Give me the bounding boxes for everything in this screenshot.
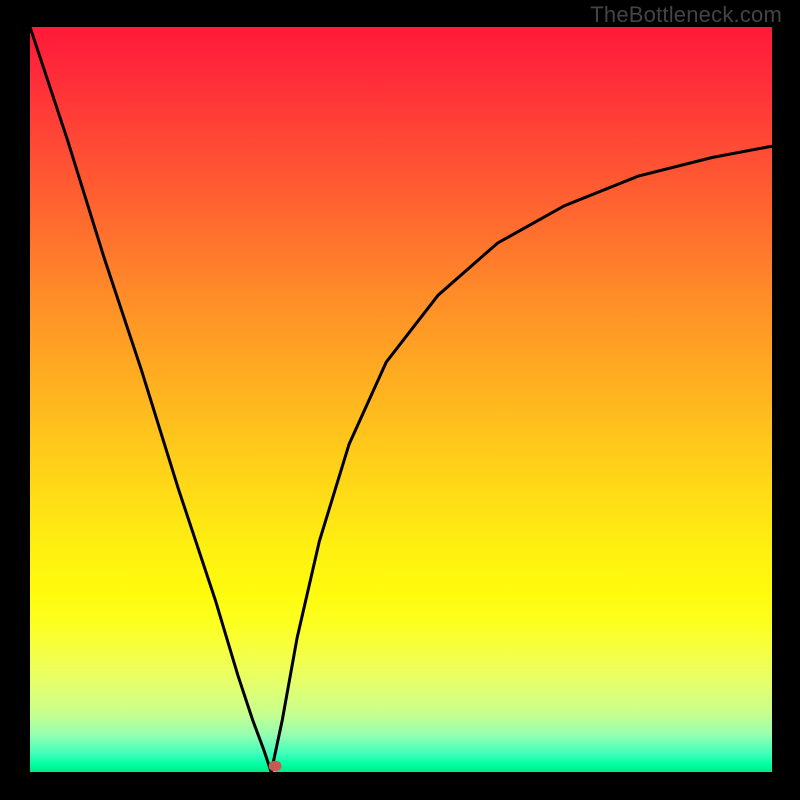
- curve-layer: [30, 27, 772, 772]
- curve-left-branch: [30, 27, 271, 772]
- watermark-text: TheBottleneck.com: [590, 2, 782, 28]
- minimum-marker: [268, 761, 281, 771]
- plot-area: [30, 27, 772, 772]
- chart-container: TheBottleneck.com: [0, 0, 800, 800]
- curve-right-branch: [271, 146, 772, 772]
